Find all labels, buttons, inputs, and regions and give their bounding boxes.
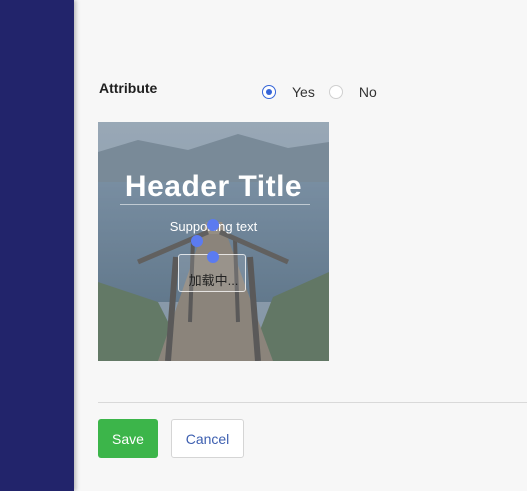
image-preview: Header Title Supporting text 加载中... [98, 122, 329, 361]
main-content: Attribute Yes No Header Title Supporting… [74, 0, 527, 491]
attribute-radio-group: Yes No [262, 82, 391, 102]
title-divider [120, 204, 310, 205]
sidebar [0, 0, 74, 491]
radio-no-label[interactable]: No [359, 84, 377, 100]
radio-no-indicator[interactable] [328, 85, 343, 99]
loading-text: 加载中... [188, 273, 239, 288]
spinner-dot-icon [207, 251, 219, 263]
attribute-label: Attribute [99, 80, 158, 96]
form-divider [98, 402, 527, 403]
radio-yes-indicator[interactable] [262, 85, 276, 99]
radio-yes-label[interactable]: Yes [292, 84, 315, 100]
save-button[interactable]: Save [98, 419, 158, 458]
image-overlay [98, 122, 329, 361]
spinner-dot-icon [191, 235, 203, 247]
spinner-dot-icon [207, 219, 219, 231]
header-title: Header Title [124, 170, 303, 203]
radio-yes[interactable]: Yes [262, 84, 315, 100]
cancel-button[interactable]: Cancel [171, 419, 244, 458]
radio-no[interactable]: No [328, 84, 377, 100]
